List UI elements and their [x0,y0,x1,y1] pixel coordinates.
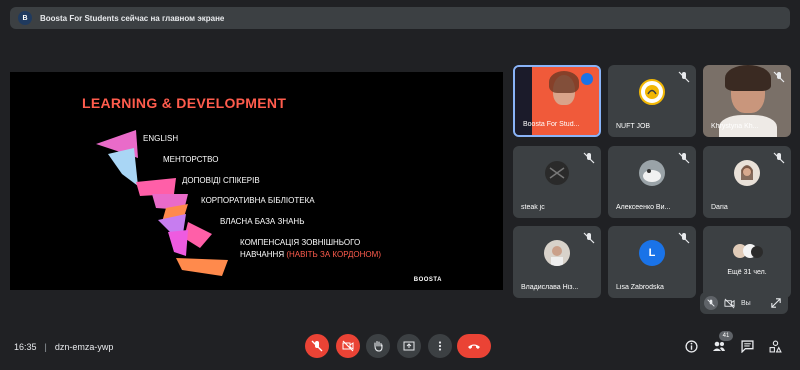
meeting-info: 16:35 | dzn-emza-ywp [14,342,113,352]
participant-name: NUFT JOB [616,123,651,130]
clock: 16:35 [14,342,37,352]
shared-screen: LEARNING & DEVELOPMENT ENGLISH МЕНТОРСТВ… [10,72,503,290]
meet-window: B Boosta For Students сейчас на главном … [0,0,800,370]
leave-call-button[interactable] [457,334,491,358]
slide-title: LEARNING & DEVELOPMENT [82,95,287,111]
present-screen-button[interactable] [397,334,421,358]
hand-icon [374,340,383,352]
stacked-avatars [733,244,763,260]
self-view-bar: Вы [700,292,788,314]
participant-tile-steak[interactable]: steak jc [513,146,601,218]
presenter-hair [549,71,579,93]
meeting-code: dzn-emza-ywp [54,342,114,352]
meeting-details-button[interactable] [683,338,699,354]
mic-off-icon [773,71,785,83]
mic-off-icon [311,340,323,352]
banner-text: Boosta For Students сейчас на главном эк… [40,13,225,23]
participant-name: Daria [711,204,728,211]
participant-tile-boosta[interactable]: Boosta For Stud... [513,65,601,137]
more-participants-label: Ещё 31 чел. [727,269,767,276]
self-label: Вы [741,299,751,307]
slide-item-mentoring: МЕНТОРСТВО [163,155,219,164]
info-icon [684,339,698,353]
expand-icon[interactable] [770,298,781,308]
boosta-logo: BOOSTA [413,277,442,283]
activities-button[interactable] [767,338,783,354]
present-icon [403,341,415,351]
self-mic-off-icon[interactable] [704,296,718,310]
participant-name: Владислава Ніз... [521,284,579,291]
slide-item-library: КОРПОРАТИВНА БІБЛІОТЕКА [201,196,315,205]
self-camera-off-icon[interactable] [724,298,735,309]
avatar [544,160,570,187]
participant-name: Khrystyna Kh... [711,123,759,130]
participant-tile-lisa[interactable]: L Lisa Zabrodska [608,226,696,298]
participant-tile-khrystyna[interactable]: Khrystyna Kh... [703,65,791,137]
participant-name: Boosta For Stud... [523,121,580,128]
nuft-logo-avatar [639,79,665,106]
participant-name: Алексеенко Ви... [616,204,671,211]
slide-item-english: ENGLISH [143,134,179,143]
people-icon [713,341,725,351]
camera-off-icon [342,340,354,352]
raise-hand-button[interactable] [366,334,390,358]
slide-item-compensation: КОМПЕНСАЦІЯ ЗОВНІШНЬОГО [240,238,361,247]
participant-name: Lisa Zabrodska [616,284,664,291]
avatar [544,240,570,267]
presenter-avatar: B [18,11,32,25]
more-participants-tile[interactable]: Ещё 31 чел. [703,226,791,298]
line2-highlight: (НАВІТЬ ЗА КОРДОНОМ) [286,250,381,259]
participant-name: steak jc [521,204,545,211]
avatar [639,160,665,187]
mic-off-icon [583,152,595,164]
mic-off-icon [773,152,785,164]
camera-toggle-button[interactable] [336,334,360,358]
mic-off-icon [678,232,690,244]
mic-toggle-button[interactable] [305,334,329,358]
slide-item-compensation-line2: НАВЧАННЯ (НАВІТЬ ЗА КОРДОНОМ) [240,250,381,259]
letter-avatar: L [639,240,665,267]
person-hair [725,65,771,91]
mic-off-icon [678,71,690,83]
speaking-icon [581,73,593,85]
avatar [734,160,760,187]
hang-up-icon [468,344,480,349]
presenting-banner: B Boosta For Students сейчас на главном … [10,7,790,29]
chat-icon [740,339,754,353]
participant-tile-nuft[interactable]: NUFT JOB [608,65,696,137]
participants-count-badge: 41 [719,331,733,341]
chat-button[interactable] [739,338,755,354]
more-options-button[interactable] [428,334,452,358]
more-vert-icon [438,341,442,351]
mic-off-icon [583,232,595,244]
separator: | [44,342,47,352]
participant-tile-daria[interactable]: Daria [703,146,791,218]
line2-text: НАВЧАННЯ [240,250,285,259]
slide-item-speakers: ДОПОВІДІ СПІКЕРІВ [182,176,260,185]
participant-tile-alekseenko[interactable]: Алексеенко Ви... [608,146,696,218]
slide-item-knowledge-base: ВЛАСНА БАЗА ЗНАНЬ [220,217,305,226]
mic-off-icon [678,152,690,164]
participant-tile-vladyslava[interactable]: Владислава Ніз... [513,226,601,298]
activities-icon [769,340,782,352]
